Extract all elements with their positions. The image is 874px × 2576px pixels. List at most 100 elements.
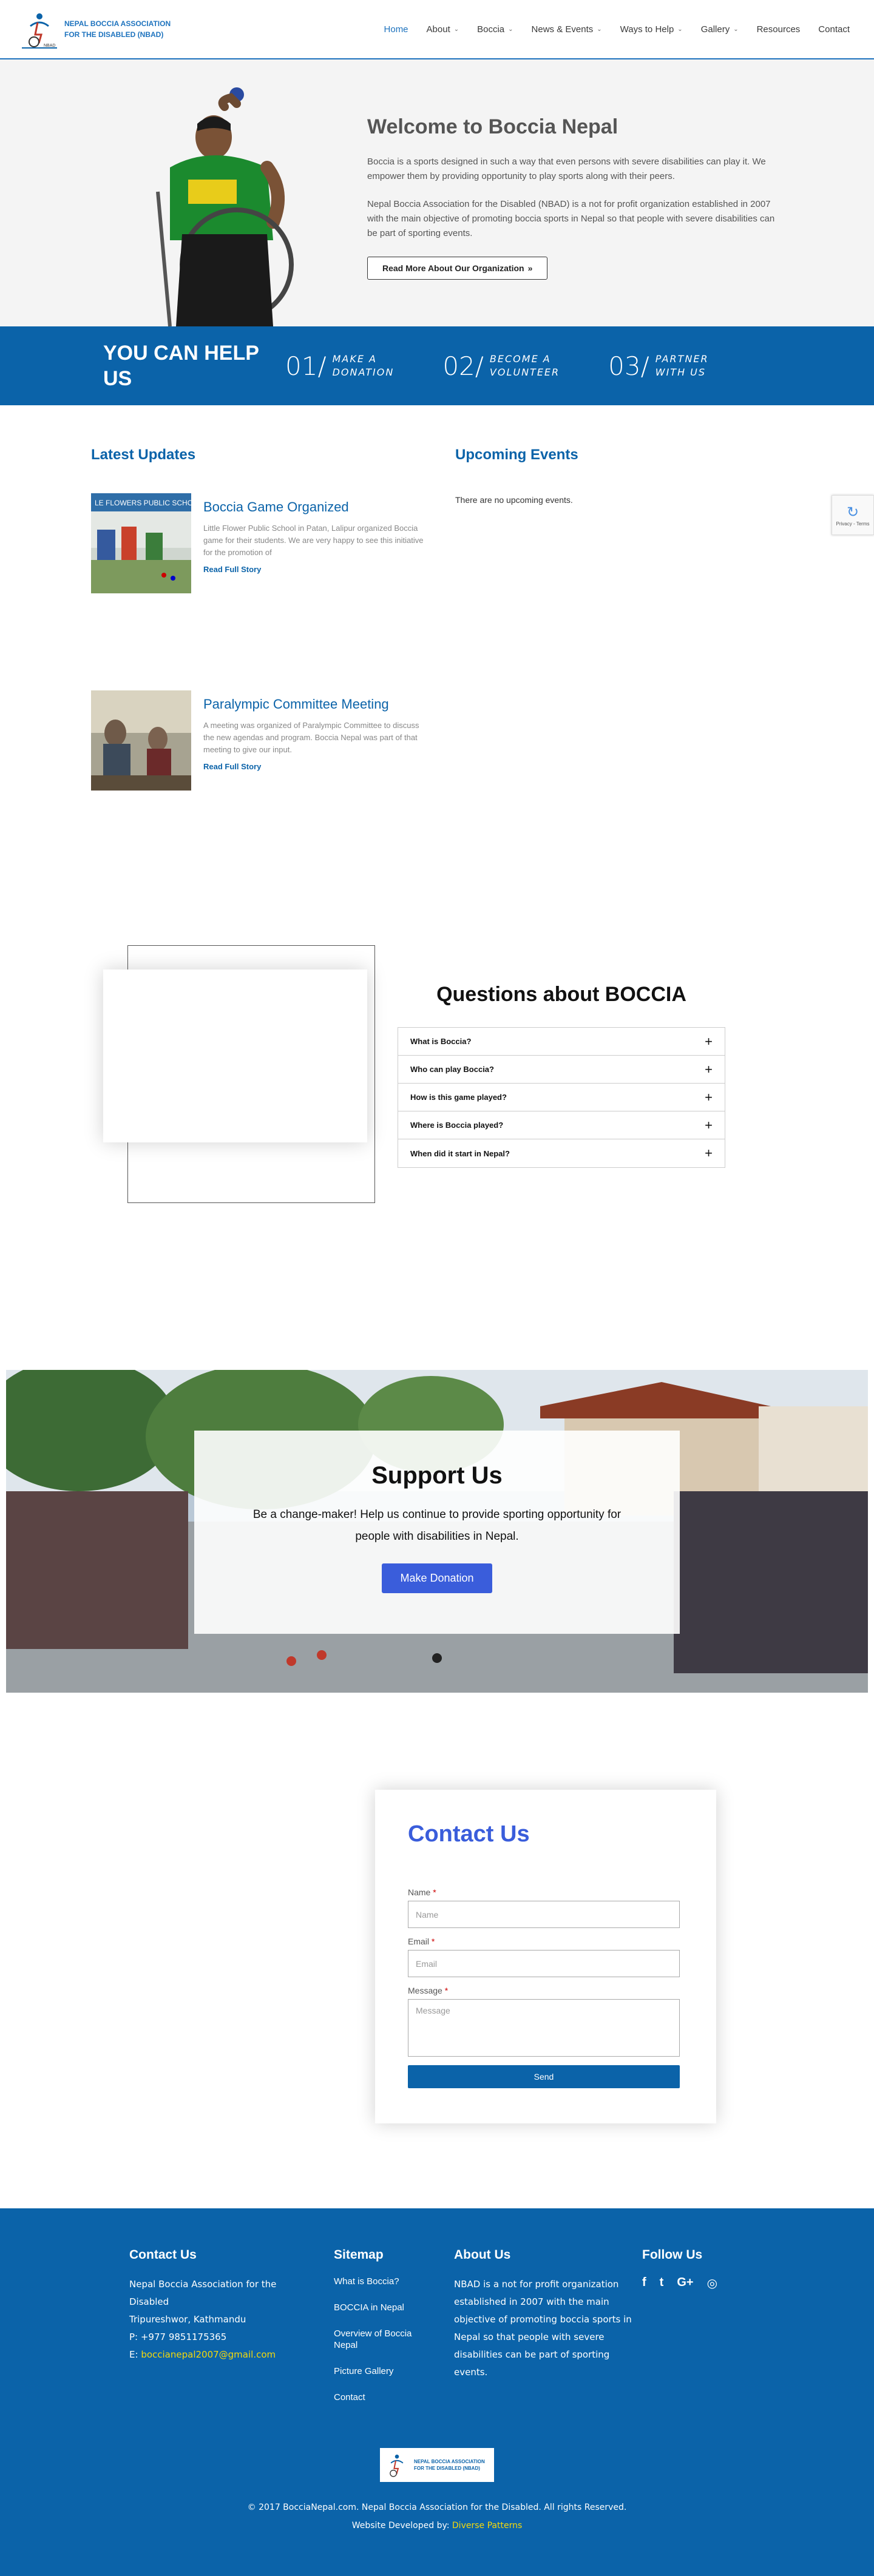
faq-item[interactable]: Where is Boccia played? + [398, 1111, 725, 1139]
upcoming-events-heading: Upcoming Events [455, 447, 578, 463]
hero-paragraph-1: Boccia is a sports designed in such a wa… [367, 157, 766, 181]
nav-resources[interactable]: Resources [757, 24, 801, 35]
faq-accordion: What is Boccia? + Who can play Boccia? + H… [398, 1027, 725, 1168]
hero-player-image [156, 87, 294, 326]
faq-item[interactable]: What is Boccia? + [398, 1028, 725, 1056]
svg-text:NBAD: NBAD [44, 44, 55, 48]
facebook-icon[interactable]: f [642, 2276, 646, 2291]
chevron-down-icon: ⌄ [597, 25, 602, 33]
footer-email-link[interactable]: boccianepal2007@gmail.com [141, 2349, 276, 2360]
contact-section: Contact Us Name * Name Email * Email Mes… [0, 1693, 874, 2208]
copyright: © 2017 BocciaNepal.com. Nepal Boccia Ass… [247, 2503, 627, 2530]
faq-section: Questions about BOCCIA What is Boccia? + … [0, 933, 874, 1370]
footer-follow-heading: Follow Us [642, 2248, 703, 2262]
hero-section: Welcome to Boccia Nepal Boccia is a spor… [0, 59, 874, 326]
main-nav: Home About ⌄ Boccia ⌄ News & Events ⌄ Ways … [384, 24, 850, 35]
faq-title: Questions about BOCCIA [436, 983, 686, 1006]
sitemap-link[interactable]: Overview of Boccia Nepal [334, 2328, 425, 2351]
make-donation-button[interactable]: Make Donation [382, 1563, 492, 1593]
sitemap-link[interactable]: BOCCIA in Nepal [334, 2302, 425, 2313]
footer-follow: Follow Us f t G+ ◎ [642, 2248, 739, 2291]
site-header: NBAD Nepal Boccia Association for the Di… [0, 0, 874, 59]
nav-gallery[interactable]: Gallery ⌄ [701, 24, 739, 35]
support-card: Support Us Be a change-maker! Help us co… [194, 1431, 680, 1634]
nav-boccia[interactable]: Boccia ⌄ [477, 24, 513, 35]
updates-section: Latest Updates Upcoming Events There are… [0, 405, 874, 933]
recaptcha-icon: ↻ [846, 504, 859, 521]
google-plus-icon[interactable]: G+ [677, 2276, 693, 2291]
no-events-message: There are no upcoming events. [455, 495, 573, 505]
svg-text:LE FLOWERS PUBLIC SCHOOL: LE FLOWERS PUBLIC SCHOOL [95, 499, 191, 507]
post-image[interactable]: LE FLOWERS PUBLIC SCHOOL [91, 493, 191, 593]
site-footer: Contact Us Nepal Boccia Association for … [0, 2208, 874, 2576]
footer-logo[interactable]: Nepal Boccia Association for the Disabled… [380, 2448, 494, 2482]
plus-icon: + [705, 1117, 713, 1133]
post-excerpt: A meeting was organized of Paralympic Co… [203, 721, 419, 754]
footer-sitemap: Sitemap What is Boccia? BOCCIA in Nepal … [334, 2248, 425, 2418]
twitter-icon[interactable]: t [660, 2276, 664, 2291]
faq-item[interactable]: When did it start in Nepal? + [398, 1139, 725, 1167]
nav-ways-to-help[interactable]: Ways to Help ⌄ [620, 24, 683, 35]
chevron-down-icon: ⌄ [453, 25, 459, 33]
plus-icon: + [705, 1145, 713, 1161]
faq-item[interactable]: Who can play Boccia? + [398, 1056, 725, 1084]
name-field[interactable]: Name [408, 1901, 680, 1928]
support-title: Support Us [371, 1462, 503, 1489]
instagram-icon[interactable]: ◎ [707, 2276, 717, 2291]
footer-contact-heading: Contact Us [129, 2248, 197, 2262]
logo-line-1: Nepal Boccia Association [64, 19, 171, 28]
help-partner[interactable]: 03/ Partner with us [608, 351, 708, 381]
developer-link[interactable]: Diverse Patterns [452, 2521, 522, 2530]
contact-title: Contact Us [408, 1821, 530, 1847]
footer-about-heading: About Us [454, 2248, 511, 2262]
post-title[interactable]: Paralympic Committee Meeting [203, 696, 431, 712]
footer-org: Nepal Boccia Association for the Disable… [129, 2279, 277, 2307]
video-embed[interactable] [103, 969, 367, 1142]
nav-about[interactable]: About ⌄ [427, 24, 459, 35]
nav-news-events[interactable]: News & Events ⌄ [532, 24, 602, 35]
footer-phone: P: +977 9851175365 [129, 2332, 227, 2342]
plus-icon: + [705, 1089, 713, 1105]
email-field[interactable]: Email [408, 1950, 680, 1977]
sitemap-link[interactable]: Picture Gallery [334, 2365, 425, 2377]
message-field[interactable]: Message [408, 1999, 680, 2057]
footer-about: About Us NBAD is a not for profit organi… [454, 2248, 636, 2381]
double-chevron-right-icon: » [527, 263, 533, 273]
help-band: YOU CAN HELP US 01/ Make a Donation 02/ B… [0, 326, 874, 405]
post-title[interactable]: Boccia Game Organized [203, 499, 431, 515]
site-logo[interactable]: NBAD Nepal Boccia Association for the Di… [19, 8, 171, 50]
post-excerpt: Little Flower Public School in Patan, La… [203, 524, 424, 557]
logo-mark-icon [390, 2454, 404, 2477]
nav-home[interactable]: Home [384, 24, 408, 35]
post-card: Paralympic Committee Meeting A meeting w… [91, 690, 431, 791]
logo-mark-icon: NBAD [22, 13, 57, 49]
plus-icon: + [705, 1033, 713, 1049]
contact-form: Contact Us Name * Name Email * Email Mes… [375, 1790, 716, 2123]
name-label: Name [408, 1887, 431, 1897]
support-text: Be a change-maker! Help us continue to p… [252, 1508, 622, 1543]
help-donation[interactable]: 01/ Make a Donation [285, 351, 394, 381]
email-label: Email [408, 1937, 430, 1946]
plus-icon: + [705, 1061, 713, 1077]
read-full-story-link[interactable]: Read Full Story [203, 565, 431, 574]
faq-item[interactable]: How is this game played? + [398, 1084, 725, 1111]
sitemap-link[interactable]: Contact [334, 2392, 425, 2403]
recaptcha-badge[interactable]: ↻ Privacy - Terms [832, 495, 874, 535]
latest-updates-heading: Latest Updates [91, 447, 196, 463]
post-image[interactable] [91, 690, 191, 791]
footer-about-text: NBAD is a not for profit organization es… [454, 2279, 632, 2378]
logo-line-2: for the Disabled (NBAD) [64, 30, 164, 39]
hero-title: Welcome to Boccia Nepal [367, 115, 618, 138]
read-more-about-button[interactable]: Read More About Our Organization » [367, 257, 548, 280]
message-label: Message [408, 1986, 442, 1995]
help-volunteer[interactable]: 02/ Become a Volunteer [442, 351, 560, 381]
support-section: Support Us Be a change-maker! Help us co… [6, 1370, 868, 1693]
read-full-story-link[interactable]: Read Full Story [203, 762, 431, 771]
send-button[interactable]: Send [408, 2065, 680, 2088]
hero-paragraph-2: Nepal Boccia Association for the Disable… [367, 199, 775, 238]
sitemap-link[interactable]: What is Boccia? [334, 2276, 425, 2287]
footer-sitemap-heading: Sitemap [334, 2248, 384, 2262]
nav-contact[interactable]: Contact [818, 24, 850, 35]
chevron-down-icon: ⌄ [733, 25, 739, 33]
post-card: LE FLOWERS PUBLIC SCHOOL Boccia Game Org… [91, 493, 431, 593]
